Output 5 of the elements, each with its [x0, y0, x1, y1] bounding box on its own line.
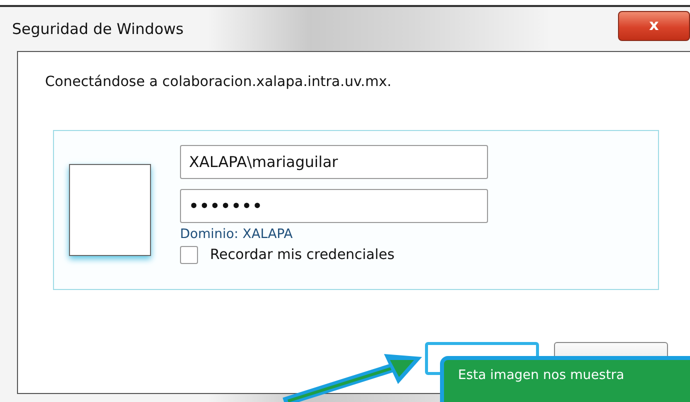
domain-label: Dominio: XALAPA: [180, 227, 294, 242]
connection-message: Conectándose a colaboracion.xalapa.intra.uv.mx.: [45, 74, 392, 90]
callout-tooltip: Esta imagen nos muestra: [440, 356, 690, 402]
window-title: Seguridad de Windows: [12, 20, 184, 38]
remember-label: Recordar mis credenciales: [210, 247, 395, 263]
